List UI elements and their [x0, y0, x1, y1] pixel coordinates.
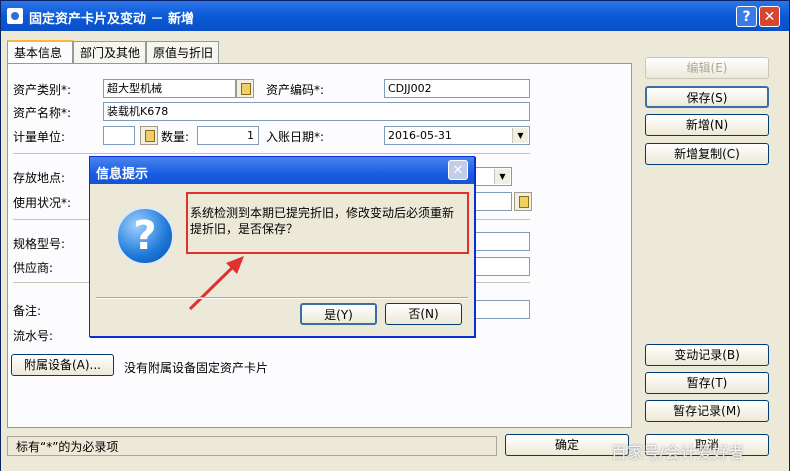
temp-save-button[interactable]: 暂存(T)	[645, 372, 769, 394]
divider	[13, 153, 530, 154]
code-field[interactable]: CDJJ002	[384, 79, 530, 98]
window-titlebar: 固定资产卡片及变动 － 新增 ? ✕	[1, 1, 789, 31]
date-combo[interactable]: 2016-05-31 ▼	[384, 126, 530, 145]
name-label: 资产名称*:	[13, 106, 72, 120]
attach-equipment-button[interactable]: 附属设备(A)...	[11, 354, 114, 376]
dialog-titlebar: 信息提示 ✕	[90, 157, 474, 184]
edit-button[interactable]: 编辑(E)	[645, 57, 769, 79]
change-log-button[interactable]: 变动记录(B)	[645, 344, 769, 366]
category-label: 资产类别*:	[13, 83, 72, 97]
attach-note: 没有附属设备固定资产卡片	[124, 361, 269, 375]
save-button[interactable]: 保存(S)	[645, 86, 769, 108]
dialog-divider	[96, 297, 468, 299]
unit-field[interactable]	[103, 126, 135, 145]
category-field[interactable]: 超大型机械	[103, 79, 236, 98]
no-button[interactable]: 否(N)	[385, 303, 462, 325]
window-title: 固定资产卡片及变动 － 新增	[29, 12, 195, 27]
help-button[interactable]: ?	[736, 6, 757, 27]
info-dialog: 信息提示 ✕ ? 系统检测到本期已提完折旧，修改变动后必须重新提折旧，是否保存？…	[89, 156, 475, 337]
yes-button[interactable]: 是(Y)	[300, 303, 377, 325]
location-label: 存放地点:	[13, 171, 66, 185]
date-label: 入账日期*:	[266, 130, 325, 144]
app-icon	[7, 8, 23, 24]
temp-log-button[interactable]: 暂存记录(M)	[645, 400, 769, 422]
question-icon: ?	[116, 207, 174, 265]
qty-label: 数量:	[161, 130, 190, 144]
chevron-down-icon[interactable]: ▼	[512, 128, 528, 143]
highlight-box	[186, 192, 469, 254]
tab-original-value-depreciation[interactable]: 原值与折旧	[146, 41, 219, 63]
dialog-title: 信息提示	[96, 167, 149, 182]
category-picker-icon[interactable]	[236, 79, 254, 98]
tab-basic-info[interactable]: 基本信息	[7, 40, 73, 64]
status-picker-icon[interactable]	[514, 192, 532, 211]
serial-label: 流水号:	[13, 329, 54, 343]
remark-label: 备注:	[13, 304, 42, 318]
arrow-annotation-icon	[188, 256, 244, 311]
qty-field[interactable]: 1	[197, 126, 259, 145]
unit-picker-icon[interactable]	[140, 126, 158, 145]
chevron-down-icon[interactable]: ▼	[494, 169, 510, 184]
add-button[interactable]: 新增(N)	[645, 114, 769, 136]
supplier-label: 供应商:	[13, 261, 54, 275]
code-label: 资产编码*:	[266, 83, 325, 97]
watermark: 百家号/会计爱好者	[611, 443, 745, 462]
name-field[interactable]: 装载机K678	[103, 102, 530, 121]
tab-department-other[interactable]: 部门及其他	[73, 41, 146, 63]
unit-label: 计量单位:	[13, 130, 66, 144]
date-value: 2016-05-31	[388, 129, 452, 142]
status-label: 使用状况*:	[13, 196, 72, 210]
dialog-close-button[interactable]: ✕	[448, 160, 468, 180]
required-note: 标有“*”的为必录项	[7, 436, 497, 456]
close-window-button[interactable]: ✕	[759, 6, 780, 27]
spec-label: 规格型号:	[13, 237, 66, 251]
add-copy-button[interactable]: 新增复制(C)	[645, 143, 769, 165]
